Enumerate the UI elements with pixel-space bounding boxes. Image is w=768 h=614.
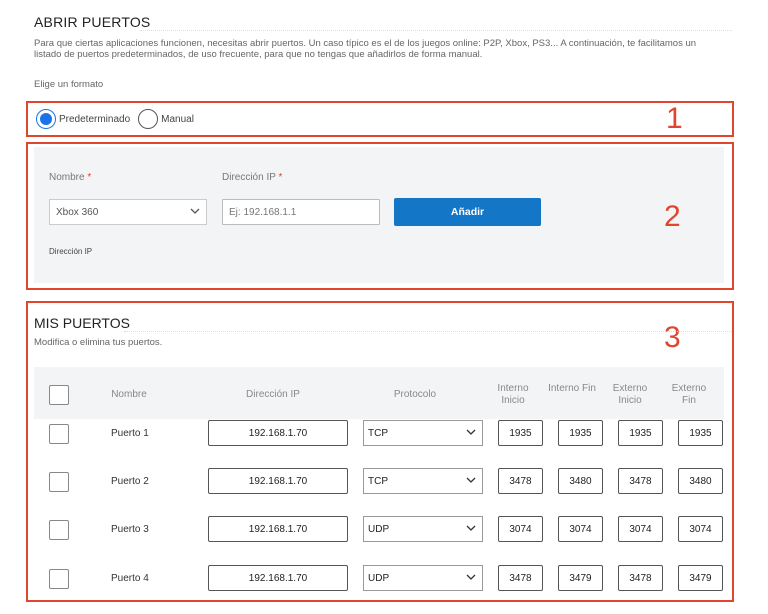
- col-header-ext-end: Externo Fin: [671, 383, 707, 406]
- row-ip-input[interactable]: 192.168.1.70: [208, 516, 348, 542]
- ports-section-title: MIS PUERTOS: [34, 315, 130, 331]
- row-name: Puerto 4: [111, 573, 149, 584]
- chevron-down-icon: [190, 208, 200, 214]
- row-protocol-value: TCP: [368, 427, 388, 439]
- row-protocol-value: TCP: [368, 475, 388, 487]
- ports-title-divider: [124, 331, 732, 332]
- col-header-ip: Dirección IP: [246, 389, 300, 400]
- row-ext-start-input[interactable]: 1935: [618, 420, 663, 446]
- ip-hint-label: Dirección IP: [49, 247, 93, 256]
- annotation-number-2: 2: [664, 200, 681, 233]
- row-name: Puerto 2: [111, 476, 149, 487]
- row-name: Puerto 3: [111, 524, 149, 535]
- format-radio-group: Predeterminado Manual: [36, 108, 202, 130]
- row-ext-end-input[interactable]: 1935: [678, 420, 723, 446]
- row-protocol-value: UDP: [368, 572, 390, 584]
- select-all-checkbox[interactable]: [49, 385, 69, 405]
- row-protocol-value: UDP: [368, 523, 390, 535]
- add-button[interactable]: Añadir: [394, 198, 541, 226]
- col-header-protocol: Protocolo: [393, 389, 437, 400]
- col-header-name: Nombre: [111, 389, 147, 400]
- col-header-int-start: Interno Inicio: [497, 383, 529, 406]
- name-field-label: Nombre *: [49, 172, 92, 183]
- row-int-end-input[interactable]: 1935: [558, 420, 603, 446]
- radio-selected-dot: [40, 113, 52, 125]
- chevron-down-icon: [466, 477, 476, 483]
- row-ip-input[interactable]: 192.168.1.70: [208, 468, 348, 494]
- chevron-down-icon: [466, 574, 476, 580]
- row-protocol-select[interactable]: UDP: [363, 565, 483, 591]
- annotation-number-1: 1: [666, 102, 683, 135]
- radio-predeterminado-label[interactable]: Predeterminado: [59, 114, 130, 125]
- row-int-end-input[interactable]: 3480: [558, 468, 603, 494]
- ip-field-label: Dirección IP *: [222, 172, 283, 183]
- format-label: Elige un formato: [34, 79, 104, 90]
- radio-manual[interactable]: [138, 109, 159, 129]
- title-divider: [140, 30, 732, 31]
- annotation-number-3: 3: [664, 321, 681, 354]
- col-header-int-end: Interno Fin: [548, 383, 596, 394]
- row-int-end-input[interactable]: 3479: [558, 565, 603, 591]
- row-int-start-input[interactable]: 3478: [498, 468, 543, 494]
- row-checkbox[interactable]: [49, 569, 69, 589]
- row-ext-end-input[interactable]: 3479: [678, 565, 723, 591]
- ports-section-description: Modifica o elimina tus puertos.: [34, 337, 163, 348]
- row-ext-end-input[interactable]: 3480: [678, 468, 723, 494]
- row-protocol-select[interactable]: UDP: [363, 516, 483, 542]
- row-ip-input[interactable]: 192.168.1.70: [208, 420, 348, 446]
- row-checkbox[interactable]: [49, 424, 69, 444]
- row-ext-start-input[interactable]: 3074: [618, 516, 663, 542]
- intro-text: Para que ciertas aplicaciones funcionen,…: [34, 38, 697, 60]
- row-int-start-input[interactable]: 1935: [498, 420, 543, 446]
- chevron-down-icon: [466, 525, 476, 531]
- row-ip-input[interactable]: 192.168.1.70: [208, 565, 348, 591]
- row-ext-start-input[interactable]: 3478: [618, 468, 663, 494]
- radio-predeterminado[interactable]: [36, 109, 56, 129]
- ip-input[interactable]: Ej: 192.168.1.1: [222, 199, 380, 225]
- row-ext-end-input[interactable]: 3074: [678, 516, 723, 542]
- name-select[interactable]: Xbox 360: [49, 199, 207, 225]
- row-int-start-input[interactable]: 3074: [498, 516, 543, 542]
- row-ext-start-input[interactable]: 3478: [618, 565, 663, 591]
- row-checkbox[interactable]: [49, 520, 69, 540]
- row-int-end-input[interactable]: 3074: [558, 516, 603, 542]
- chevron-down-icon: [466, 429, 476, 435]
- col-header-ext-start: Externo Inicio: [612, 383, 648, 406]
- row-checkbox[interactable]: [49, 472, 69, 492]
- page-title: ABRIR PUERTOS: [34, 14, 151, 30]
- row-protocol-select[interactable]: TCP: [363, 468, 483, 494]
- radio-manual-label[interactable]: Manual: [161, 114, 194, 125]
- row-name: Puerto 1: [111, 428, 149, 439]
- row-int-start-input[interactable]: 3478: [498, 565, 543, 591]
- name-select-value: Xbox 360: [56, 206, 99, 218]
- row-protocol-select[interactable]: TCP: [363, 420, 483, 446]
